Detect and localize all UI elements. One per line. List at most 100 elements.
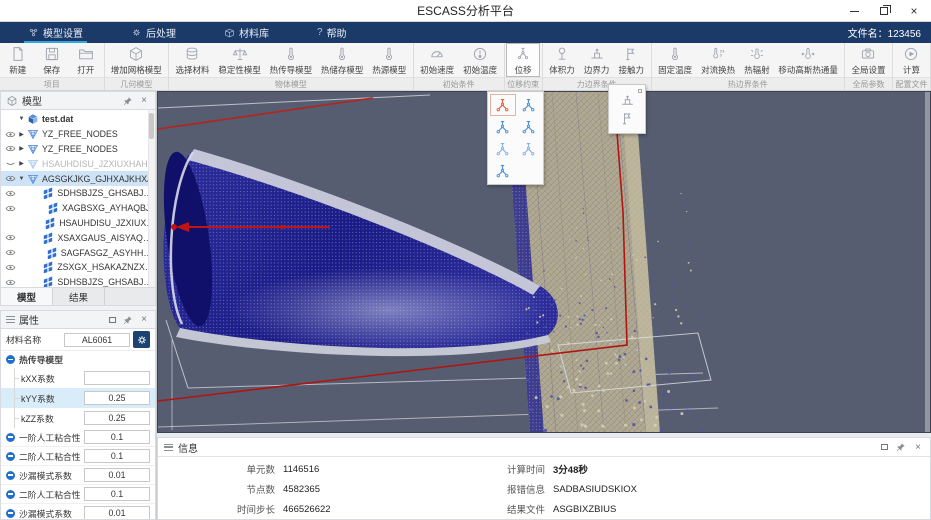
tree-node[interactable]: ▶ HSAUHDISU_JZXIUXHAHX xyxy=(1,156,155,171)
contact-option-2-icon[interactable] xyxy=(620,111,635,126)
constraint-xy-icon[interactable] xyxy=(491,117,515,137)
property-value-field[interactable] xyxy=(84,430,150,444)
property-row-kZZ系数[interactable]: kZZ系数 xyxy=(1,408,155,428)
property-row-二阶人工粘合性[interactable]: 二阶人工粘合性 xyxy=(1,447,155,466)
eye-icon[interactable] xyxy=(4,277,17,287)
close-icon[interactable]: × xyxy=(138,314,150,326)
collapse-icon[interactable] xyxy=(6,508,15,518)
eye-icon[interactable] xyxy=(4,129,17,140)
toolbar-button-对流换热[interactable]: 对流换热 xyxy=(697,43,740,77)
toolbar-button-热储存模型[interactable]: 热储存模型 xyxy=(316,43,367,77)
collapse-icon[interactable] xyxy=(6,355,15,364)
property-value-field[interactable] xyxy=(84,449,150,463)
property-value-field[interactable] xyxy=(84,371,150,385)
toolbar-button-热辐射[interactable]: 热辐射 xyxy=(740,43,775,77)
collapse-icon[interactable] xyxy=(6,432,15,442)
toolbar-button-初始温度[interactable]: 初始温度 xyxy=(459,43,502,77)
section-heat-conduction[interactable]: 热传导模型 xyxy=(1,351,155,368)
constraint-xyz-icon[interactable] xyxy=(516,95,540,115)
property-value-field[interactable] xyxy=(84,506,150,519)
tree-node[interactable]: XSAXGAUS_AISYAQSH_ASHX xyxy=(1,230,155,245)
constraint-z-icon[interactable] xyxy=(491,161,515,181)
toolbar-button-增加网格模型[interactable]: 增加网格模型 xyxy=(107,43,166,77)
toolbar-button-初始速度[interactable]: 初始速度 xyxy=(416,43,459,77)
material-name-field[interactable] xyxy=(64,332,130,347)
close-button[interactable]: × xyxy=(901,1,927,21)
tab-结果[interactable]: 结果 xyxy=(53,288,105,305)
constraint-x-icon[interactable] xyxy=(491,139,515,159)
tree-scroll-thumb[interactable] xyxy=(149,113,154,139)
close-icon[interactable]: × xyxy=(912,441,924,453)
toolbar-button-接触力[interactable]: 接触力 xyxy=(614,43,649,77)
expander-icon[interactable]: ▼ xyxy=(17,176,26,182)
menu-item-帮助[interactable]: ? 帮助 xyxy=(307,22,357,43)
toolbar-button-位移[interactable]: 位移 xyxy=(506,43,541,77)
tree-node[interactable]: ▼ AGSGKJKG_GJHXAJKHXA xyxy=(1,171,155,186)
menu-item-后处理[interactable]: 后处理 xyxy=(121,22,186,43)
tree-scrollbar[interactable] xyxy=(148,110,155,287)
menu-item-材料库[interactable]: 材料库 xyxy=(214,22,279,43)
menu-item-模型设置[interactable]: 模型设置 xyxy=(18,22,93,43)
toolbar-button-固定温度[interactable]: 固定温度 xyxy=(654,43,697,77)
tab-模型[interactable]: 模型 xyxy=(1,288,53,305)
toolbar-button-全局设置[interactable]: 全局设置 xyxy=(847,43,890,77)
tree-node[interactable]: ▶ YZ_FREE_NODES xyxy=(1,127,155,142)
eye-icon[interactable] xyxy=(4,188,17,199)
pin-icon[interactable] xyxy=(122,95,134,107)
property-value-field[interactable] xyxy=(84,391,150,405)
toolbar-button-选择材料[interactable]: 选择材料 xyxy=(171,43,214,77)
eye-icon[interactable] xyxy=(4,143,17,154)
expander-icon[interactable]: ▶ xyxy=(17,160,26,167)
eye-closed-icon[interactable] xyxy=(4,158,17,169)
close-icon[interactable]: × xyxy=(138,95,150,107)
collapse-icon[interactable] xyxy=(6,451,15,461)
property-row-一阶人工粘合性[interactable]: 一阶人工粘合性 xyxy=(1,428,155,447)
property-row-沙漏模式系数[interactable]: 沙漏模式系数 xyxy=(1,466,155,485)
eye-icon[interactable] xyxy=(4,247,17,258)
toolbar-button-打开[interactable]: 打开 xyxy=(69,43,103,77)
3d-viewport[interactable] xyxy=(157,91,931,433)
eye-icon[interactable] xyxy=(4,203,17,214)
property-value-field[interactable] xyxy=(84,411,150,425)
tree-node[interactable]: SAGFASGZ_ASYHHXSN xyxy=(1,245,155,260)
collapse-icon[interactable] xyxy=(6,470,15,480)
eye-icon[interactable] xyxy=(4,232,17,243)
tree-node[interactable]: SDHSBJZS_GHSABJHB_ZAHU xyxy=(1,275,155,287)
material-settings-button[interactable] xyxy=(133,331,150,348)
pin-icon[interactable] xyxy=(895,441,907,453)
property-row-沙漏模式系数[interactable]: 沙漏模式系数 xyxy=(1,504,155,519)
constraint-yz-icon[interactable] xyxy=(516,117,540,137)
toolbar-button-边界力[interactable]: 边界力 xyxy=(579,43,614,77)
eye-icon[interactable] xyxy=(4,262,17,273)
maximize-button[interactable] xyxy=(871,1,897,21)
pin-icon[interactable] xyxy=(122,314,134,326)
tree-node[interactable]: ▶ YZ_FREE_NODES xyxy=(1,142,155,157)
eye-icon[interactable] xyxy=(4,173,17,184)
expander-icon[interactable]: ▶ xyxy=(17,145,26,152)
minimize-button[interactable] xyxy=(841,1,867,21)
constraint-y-icon[interactable] xyxy=(516,139,540,159)
toolbar-button-新建[interactable]: 新建 xyxy=(1,43,35,77)
property-row-kXX系数[interactable]: kXX系数 xyxy=(1,368,155,388)
expander-icon[interactable]: ▼ xyxy=(17,116,26,122)
toolbar-button-热传导模型[interactable]: 热传导模型 xyxy=(265,43,316,77)
tree-node[interactable]: ZSXGX_HSAKAZNZXK_AHASX xyxy=(1,260,155,275)
restore-icon[interactable] xyxy=(878,441,890,453)
toolbar-button-体积力[interactable]: 体积力 xyxy=(545,43,580,77)
property-value-field[interactable] xyxy=(84,487,150,501)
property-row-二阶人工粘合性[interactable]: 二阶人工粘合性 xyxy=(1,485,155,504)
toolbar-button-热源模型[interactable]: 热源模型 xyxy=(368,43,411,77)
property-row-kYY系数[interactable]: kYY系数 xyxy=(1,388,155,408)
tree-node[interactable]: ▼ test.dat xyxy=(1,112,155,127)
toolbar-button-稳定性模型[interactable]: 稳定性模型 xyxy=(214,43,265,77)
tree-node[interactable]: XAGBSXG_AYHAQBJ xyxy=(1,201,155,216)
restore-icon[interactable] xyxy=(106,314,118,326)
expander-icon[interactable]: ▶ xyxy=(17,131,26,138)
toolbar-button-计算[interactable]: 计算 xyxy=(894,43,928,77)
toolbar-button-移动高斯热通量[interactable]: 移动高斯热通量 xyxy=(774,43,842,77)
tree-node[interactable]: SDHSBJZS_GHSABJHB_ZAHU xyxy=(1,186,155,201)
toolbar-button-保存[interactable]: 保存 xyxy=(35,43,69,77)
tree-node[interactable]: HSAUHDISU_JZXIUXHAHX xyxy=(1,216,155,231)
collapse-icon[interactable] xyxy=(6,489,15,499)
contact-option-1-icon[interactable] xyxy=(620,93,635,108)
